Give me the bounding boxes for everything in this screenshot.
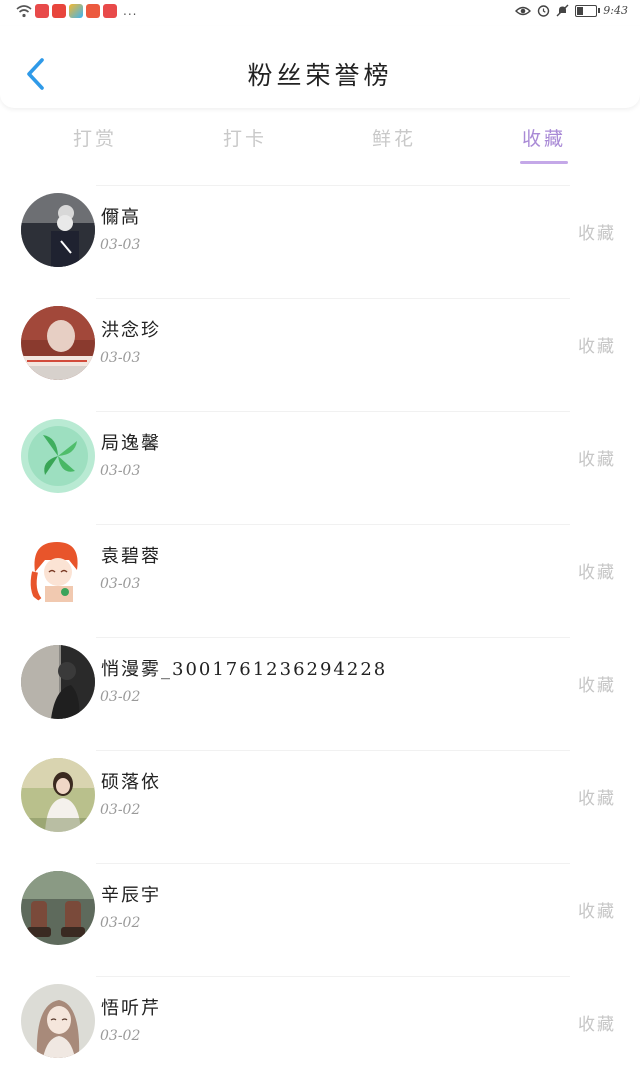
favorite-label: 收藏 xyxy=(578,902,616,922)
notification-app-icon xyxy=(35,4,49,18)
divider xyxy=(96,750,570,751)
active-tab-indicator xyxy=(520,161,568,164)
divider xyxy=(96,185,570,186)
tab-flowers[interactable]: 鲜花 xyxy=(334,124,454,151)
status-time: 9:43 xyxy=(603,4,628,17)
top-bar: 粉丝荣誉榜 xyxy=(0,26,640,108)
fan-date: 03-03 xyxy=(100,463,141,479)
battery-icon xyxy=(575,4,601,17)
fan-date: 03-03 xyxy=(100,350,141,366)
avatar[interactable] xyxy=(21,645,95,719)
avatar[interactable] xyxy=(21,306,95,380)
list-item[interactable]: 硕落依 03-02 收藏 xyxy=(0,750,640,863)
fan-date: 03-03 xyxy=(100,576,141,592)
fan-name: 辛辰宇 xyxy=(101,885,161,906)
avatar[interactable] xyxy=(21,758,95,832)
fan-name: 袁碧蓉 xyxy=(101,546,161,567)
divider xyxy=(96,524,570,525)
favorite-label: 收藏 xyxy=(578,789,616,809)
list-item[interactable]: 辛辰宇 03-02 收藏 xyxy=(0,863,640,976)
fan-name: 硕落依 xyxy=(101,772,161,793)
list-item[interactable]: 袁碧蓉 03-03 收藏 xyxy=(0,524,640,637)
favorite-label: 收藏 xyxy=(578,450,616,470)
divider xyxy=(96,411,570,412)
alarm-icon xyxy=(538,5,550,17)
fan-date: 03-03 xyxy=(100,237,141,253)
favorite-label: 收藏 xyxy=(578,563,616,583)
avatar[interactable] xyxy=(21,419,95,493)
fan-date: 03-02 xyxy=(100,915,141,931)
avatar[interactable] xyxy=(21,193,95,267)
fan-name: 悟听芹 xyxy=(101,998,161,1019)
status-bar: ... 9:43 xyxy=(0,0,640,26)
fan-name: 儞高 xyxy=(101,207,141,228)
divider xyxy=(96,976,570,977)
fan-date: 03-02 xyxy=(100,802,141,818)
favorite-label: 收藏 xyxy=(578,676,616,696)
avatar[interactable] xyxy=(21,532,95,606)
divider xyxy=(96,637,570,638)
wifi-icon xyxy=(16,4,32,17)
fan-date: 03-02 xyxy=(100,1028,141,1044)
tab-checkin[interactable]: 打卡 xyxy=(185,124,305,151)
status-right: 9:43 xyxy=(515,4,628,17)
status-left: ... xyxy=(16,4,137,18)
tab-reward[interactable]: 打赏 xyxy=(35,124,155,151)
tab-favorites[interactable]: 收藏 xyxy=(484,124,604,151)
notification-app-icon xyxy=(52,4,66,18)
fan-name: 局逸馨 xyxy=(101,433,161,454)
notification-app-icon xyxy=(103,4,117,18)
list-item[interactable]: 儞高 03-03 收藏 xyxy=(0,185,640,298)
divider xyxy=(96,298,570,299)
list-item[interactable]: 悟听芹 03-02 收藏 xyxy=(0,976,640,1089)
fan-list: 儞高 03-03 收藏 洪念珍 03-03 收藏 局逸馨 03-03 收藏 袁碧… xyxy=(0,185,640,1089)
list-item[interactable]: 洪念珍 03-03 收藏 xyxy=(0,298,640,411)
favorite-label: 收藏 xyxy=(578,337,616,357)
avatar[interactable] xyxy=(21,984,95,1058)
eye-icon xyxy=(515,6,532,15)
list-item[interactable]: 局逸馨 03-03 收藏 xyxy=(0,411,640,524)
fan-date: 03-02 xyxy=(100,689,141,705)
favorite-label: 收藏 xyxy=(578,1015,616,1035)
favorite-label: 收藏 xyxy=(578,224,616,244)
notification-app-icon xyxy=(86,4,100,18)
fan-name: 洪念珍 xyxy=(101,320,161,341)
page-title: 粉丝荣誉榜 xyxy=(247,61,393,90)
more-notifications: ... xyxy=(123,4,138,18)
list-item[interactable]: 悄漫雾_3001761236294228 03-02 收藏 xyxy=(0,637,640,750)
avatar[interactable] xyxy=(21,871,95,945)
mute-icon xyxy=(556,4,569,17)
divider xyxy=(96,863,570,864)
notification-app-icon xyxy=(69,4,83,18)
fan-name: 悄漫雾_3001761236294228 xyxy=(101,659,388,680)
